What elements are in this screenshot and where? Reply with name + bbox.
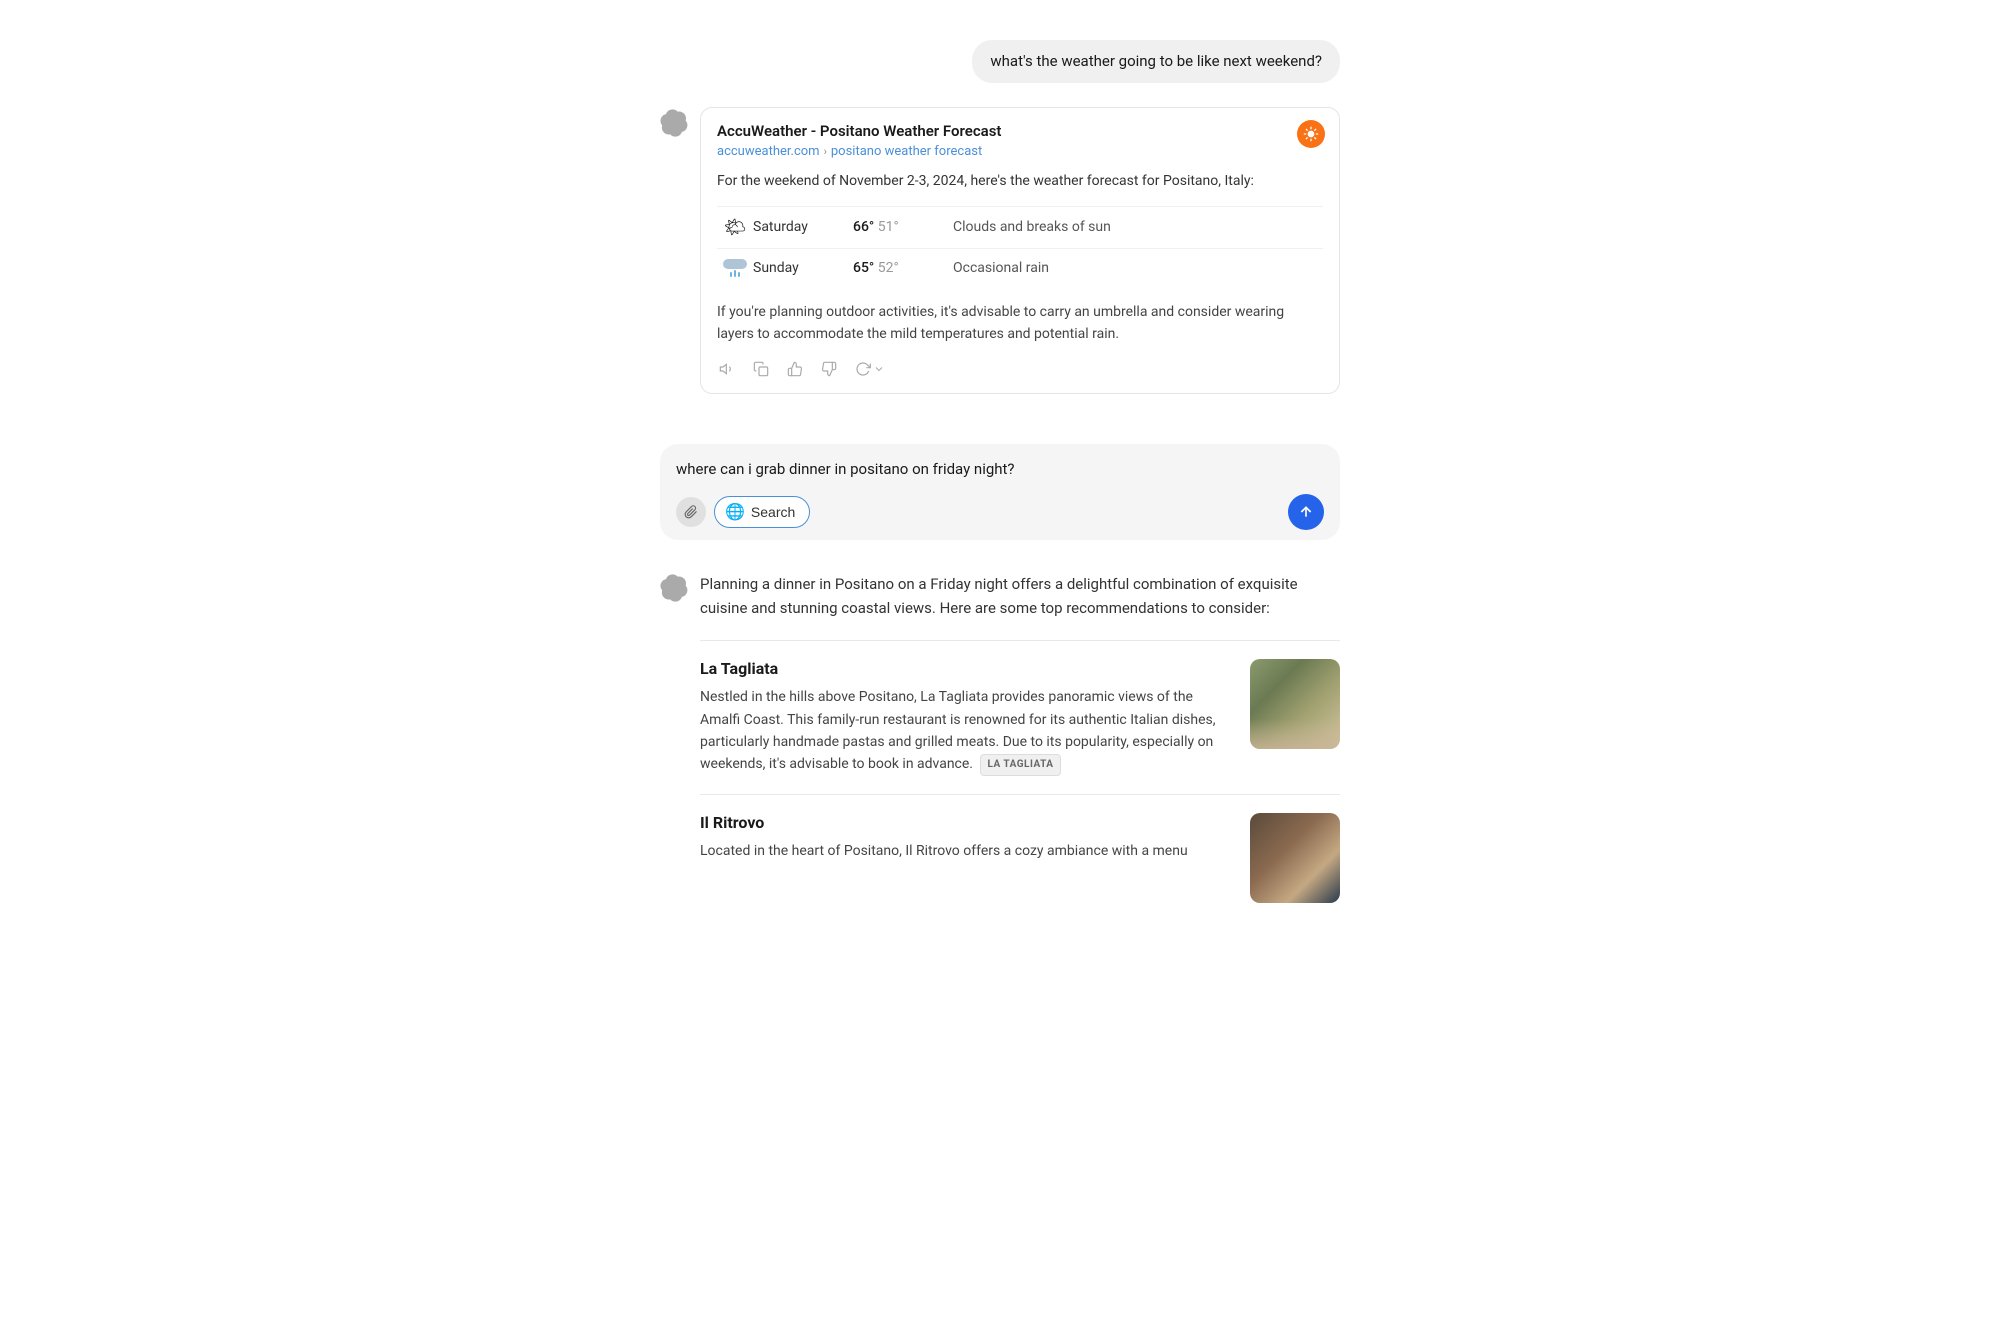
la-tagliata-info: La Tagliata Nestled in the hills above P… <box>700 659 1234 776</box>
dining-assistant-content: Planning a dinner in Positano on a Frida… <box>700 572 1340 921</box>
breadcrumb-chevron: › <box>824 145 827 158</box>
sunday-weather-icon <box>717 259 753 277</box>
globe-icon: 🌐 <box>725 502 745 522</box>
la-tagliata-badge: LA TAGLIATA <box>980 754 1060 776</box>
weather-row-saturday: 🌤 Saturday 66° 51° Clouds and breaks of … <box>717 206 1323 248</box>
sunday-description: Occasional rain <box>953 260 1323 276</box>
page-container: what's the weather going to be like next… <box>640 0 1360 1029</box>
il-ritrovo-info: Il Ritrovo Located in the heart of Posit… <box>700 813 1234 862</box>
assistant-icon <box>660 109 688 137</box>
user-message-row-1: what's the weather going to be like next… <box>660 40 1340 83</box>
il-ritrovo-desc: Located in the heart of Positano, Il Rit… <box>700 840 1234 862</box>
user-message-text-1: what's the weather going to be like next… <box>990 52 1322 70</box>
weather-assistant-content: AccuWeather - Positano Weather Forecast … <box>700 107 1340 409</box>
regenerate-button[interactable] <box>853 359 887 379</box>
search-button[interactable]: 🌐 Search <box>714 496 810 528</box>
saturday-low: 51° <box>878 219 899 235</box>
saturday-high: 66° <box>853 219 874 235</box>
input-container[interactable]: where can i grab dinner in positano on f… <box>660 444 1340 540</box>
search-button-label: Search <box>751 504 795 520</box>
il-ritrovo-name: Il Ritrovo <box>700 813 1234 832</box>
user-bubble-1: what's the weather going to be like next… <box>972 40 1340 83</box>
la-tagliata-name: La Tagliata <box>700 659 1234 678</box>
restaurant-card-il-ritrovo: Il Ritrovo Located in the heart of Posit… <box>700 794 1340 921</box>
sunday-day: Sunday <box>753 260 853 276</box>
weather-badge <box>1297 120 1325 148</box>
thumbdown-button[interactable] <box>819 359 839 379</box>
saturday-temps: 66° 51° <box>853 219 953 235</box>
weather-assistant-row: AccuWeather - Positano Weather Forecast … <box>660 107 1340 409</box>
weather-intro-text: For the weekend of November 2-3, 2024, h… <box>717 171 1323 192</box>
send-button[interactable] <box>1288 494 1324 530</box>
il-ritrovo-image <box>1250 813 1340 903</box>
sunday-high: 65° <box>853 260 874 276</box>
source-path-link[interactable]: positano weather forecast <box>831 144 982 159</box>
attach-button[interactable] <box>676 497 706 527</box>
assistant-icon-2 <box>660 574 688 602</box>
input-actions-row: 🌐 Search <box>676 494 1324 530</box>
saturday-description: Clouds and breaks of sun <box>953 219 1323 235</box>
sunday-temps: 65° 52° <box>853 260 953 276</box>
source-card-weather: AccuWeather - Positano Weather Forecast … <box>700 107 1340 395</box>
dining-intro-text: Planning a dinner in Positano on a Frida… <box>700 572 1340 620</box>
source-breadcrumb: accuweather.com › positano weather forec… <box>717 144 1323 159</box>
la-tagliata-desc: Nestled in the hills above Positano, La … <box>700 686 1234 776</box>
action-icons-row <box>717 359 1323 379</box>
la-tagliata-image <box>1250 659 1340 749</box>
saturday-day: Saturday <box>753 219 853 235</box>
restaurant-card-la-tagliata: La Tagliata Nestled in the hills above P… <box>700 640 1340 794</box>
input-left-actions: 🌐 Search <box>676 496 810 528</box>
weather-row-sunday: Sunday 65° 52° Occasional rain <box>717 248 1323 287</box>
source-title: AccuWeather - Positano Weather Forecast <box>717 122 1323 140</box>
copy-button[interactable] <box>751 359 771 379</box>
thumbup-button[interactable] <box>785 359 805 379</box>
weather-footer-text: If you're planning outdoor activities, i… <box>717 301 1323 346</box>
dining-assistant-row: Planning a dinner in Positano on a Frida… <box>660 572 1340 921</box>
input-text: where can i grab dinner in positano on f… <box>676 458 1324 482</box>
source-domain-link[interactable]: accuweather.com <box>717 144 820 159</box>
volume-button[interactable] <box>717 359 737 379</box>
sunday-low: 52° <box>878 260 899 276</box>
saturday-weather-icon: 🌤 <box>717 217 753 238</box>
